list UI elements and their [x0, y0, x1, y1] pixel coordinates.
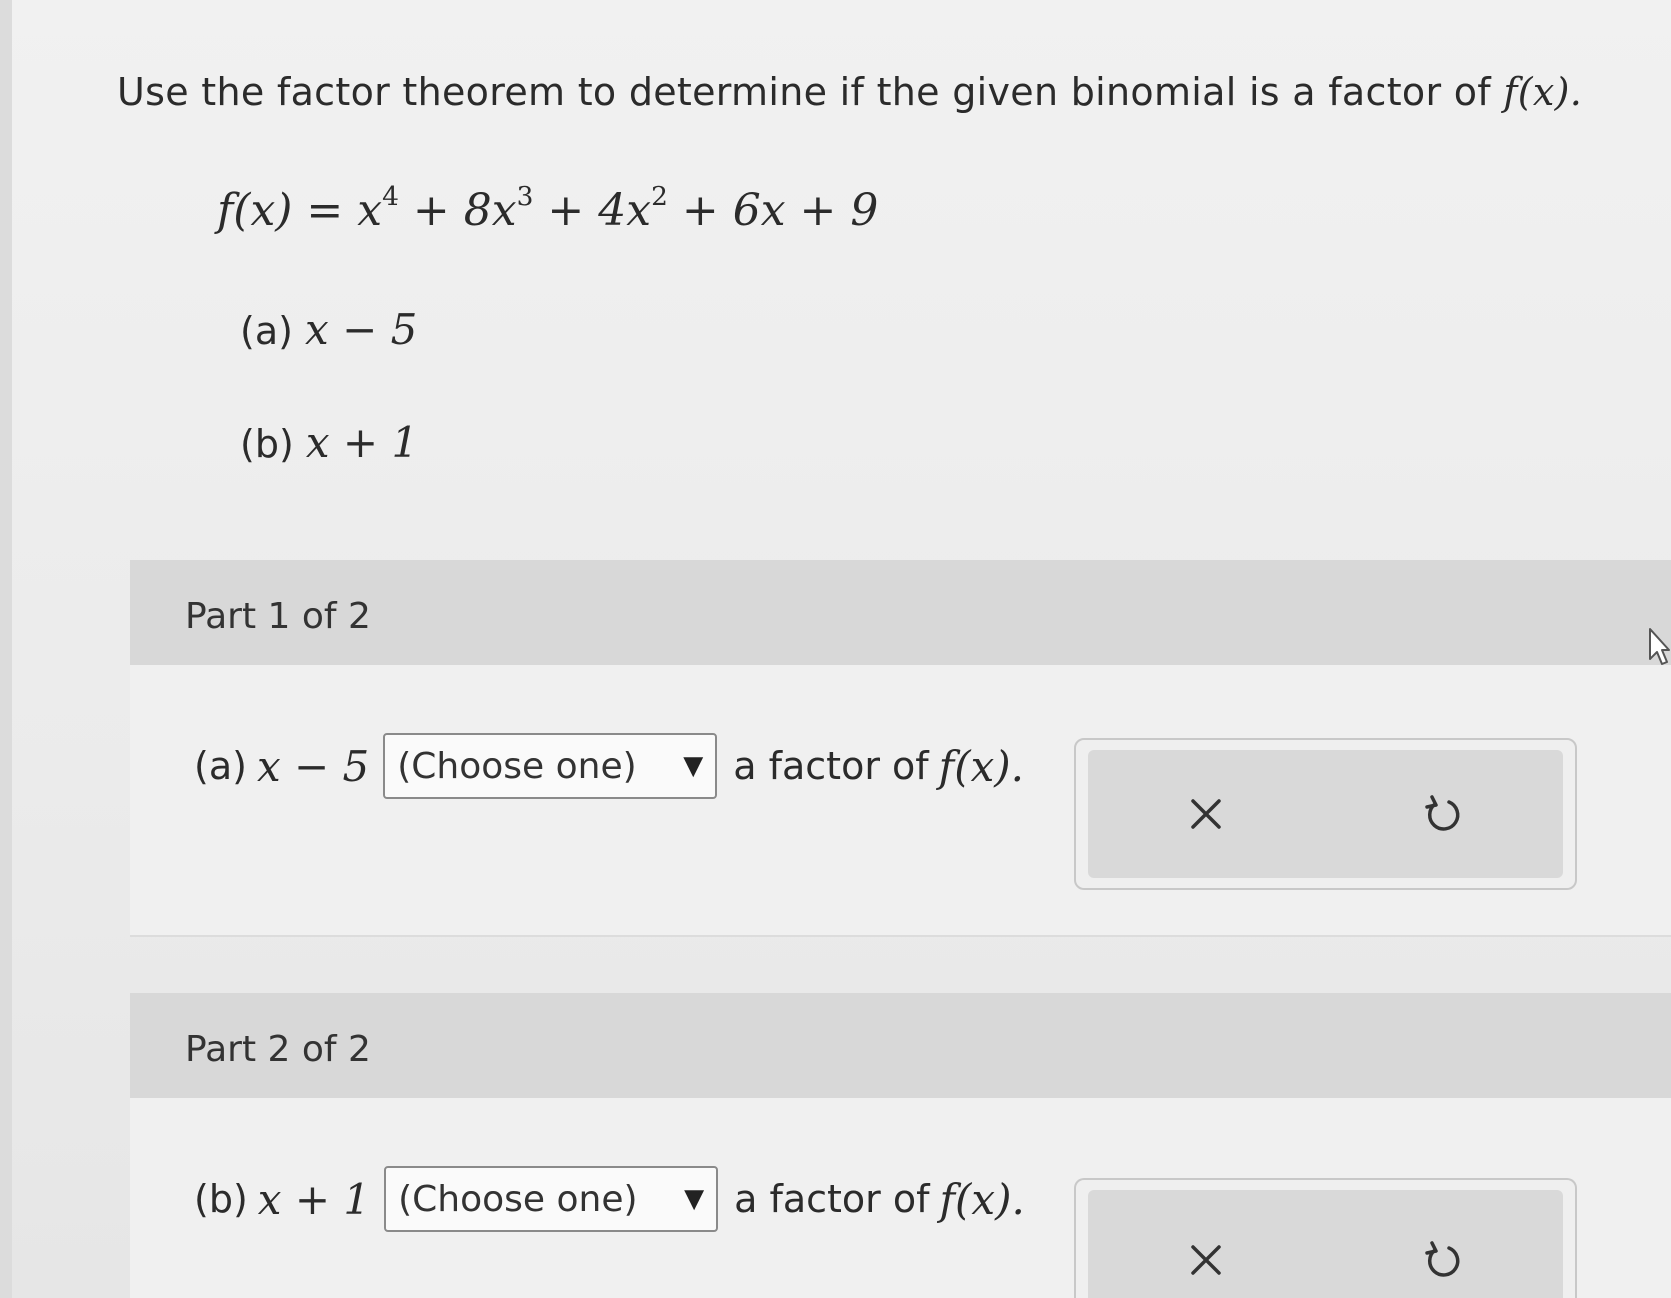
prompt-function: f(x).: [1503, 70, 1583, 114]
part-2-header: Part 2 of 2: [130, 993, 1671, 1098]
part-1-tools-panel: [1088, 750, 1563, 878]
part-2-expr: x + 1: [257, 1174, 371, 1224]
part-1-answer-row: (a) x − 5 (Choose one) ▼ a factor of f(x…: [194, 733, 1024, 799]
item-a: (a) x − 5: [240, 305, 417, 354]
part-2-select-value: (Choose one): [398, 1178, 638, 1220]
undo-icon: [1425, 1241, 1460, 1277]
exponent-4: 4: [382, 181, 399, 213]
part-1-reset-button[interactable]: [1413, 784, 1473, 844]
part-1-clear-button[interactable]: [1176, 784, 1236, 844]
item-b-expr: x + 1: [305, 418, 419, 467]
part-2-suffix-function: f(x).: [939, 1174, 1025, 1224]
part-2-answer-row: (b) x + 1 (Choose one) ▼ a factor of f(x…: [194, 1166, 1025, 1232]
undo-icon: [1425, 795, 1460, 831]
function-lhs: f(x) =: [217, 185, 344, 236]
part-2-label: (b): [194, 1177, 248, 1221]
part-2-clear-button[interactable]: [1176, 1230, 1236, 1290]
part-1-expr: x − 5: [256, 741, 370, 791]
dropdown-arrow-icon: ▼: [684, 1184, 705, 1214]
part-1-suffix: a factor of: [733, 744, 929, 788]
question-prompt: Use the factor theorem to determine if t…: [117, 70, 1582, 114]
term-x: x: [357, 185, 383, 236]
part-1-label: (a): [194, 744, 247, 788]
mouse-cursor-icon: [1649, 628, 1670, 665]
prompt-text: Use the factor theorem to determine if t…: [117, 70, 1491, 114]
term-4x: + 4x: [547, 185, 652, 236]
part-1-tools: [1074, 738, 1577, 890]
item-b-label: (b): [240, 422, 294, 466]
part-2-choose-select[interactable]: (Choose one) ▼: [384, 1166, 719, 1232]
part-1-select-value: (Choose one): [397, 745, 637, 787]
part-1-header: Part 1 of 2: [130, 560, 1671, 665]
part-1-suffix-function: f(x).: [938, 741, 1025, 791]
term-8x: + 8x: [412, 185, 517, 236]
part-1-choose-select[interactable]: (Choose one) ▼: [383, 733, 718, 799]
close-icon: [1191, 1245, 1221, 1275]
part-2-title: Part 2 of 2: [185, 1029, 371, 1070]
part-1-title: Part 1 of 2: [185, 596, 371, 637]
item-b: (b) x + 1: [240, 418, 418, 467]
part-2-tools: [1074, 1178, 1577, 1298]
item-a-label: (a): [240, 309, 293, 353]
part-2-suffix: a factor of: [734, 1177, 930, 1221]
part-2-tools-panel: [1088, 1190, 1563, 1298]
close-icon: [1191, 799, 1221, 829]
window-edge: [0, 0, 12, 1298]
part-2-reset-button[interactable]: [1413, 1230, 1473, 1290]
exponent-3: 3: [516, 181, 534, 213]
term-6x-9: + 6x + 9: [681, 185, 879, 236]
item-a-expr: x − 5: [305, 305, 418, 354]
dropdown-arrow-icon: ▼: [683, 751, 704, 781]
question-page: Use the factor theorem to determine if t…: [12, 0, 1671, 1298]
exponent-2: 2: [651, 181, 668, 213]
function-definition: f(x) = x4 + 8x3 + 4x2 + 6x + 9: [217, 181, 879, 236]
